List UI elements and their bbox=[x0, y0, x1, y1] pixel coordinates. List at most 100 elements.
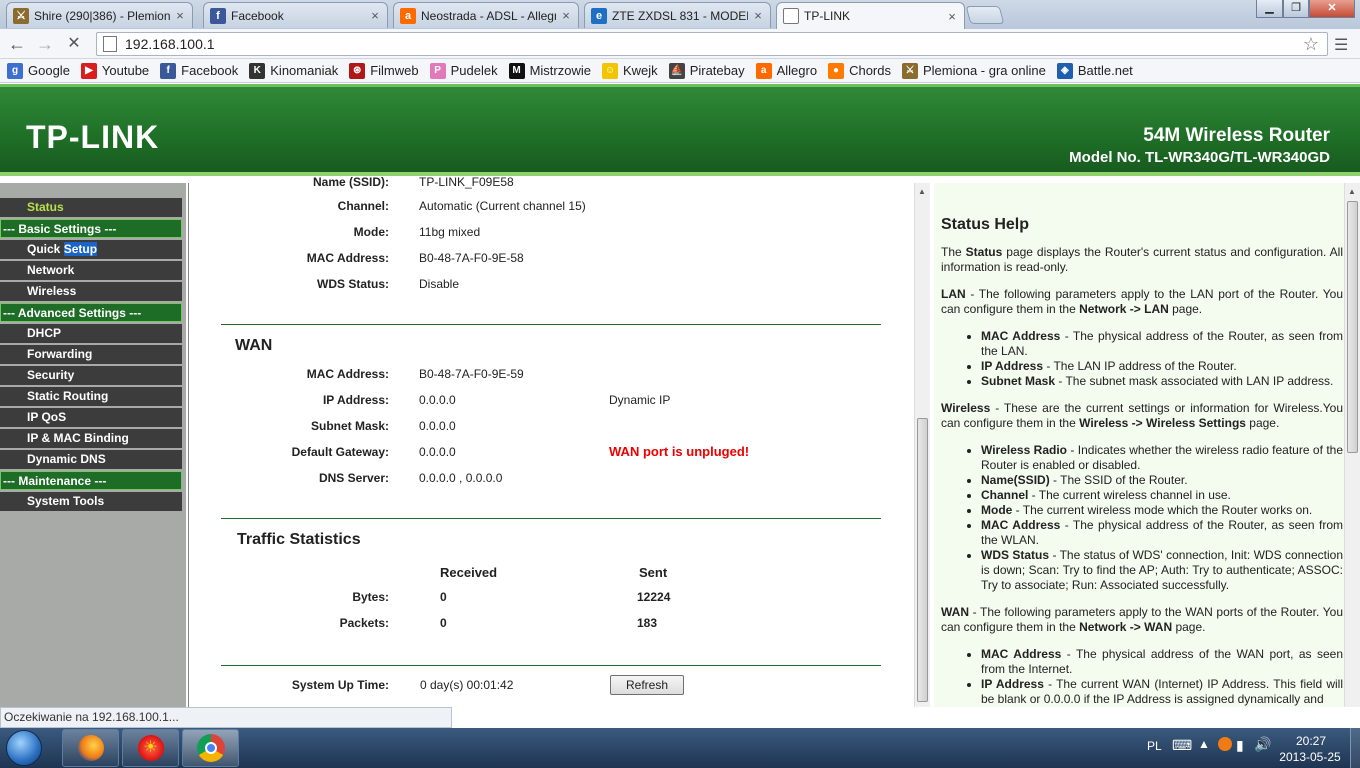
menu-item[interactable]: Static Routing bbox=[0, 387, 182, 406]
browser-tab[interactable]: e ZTE ZXDSL 831 - MODEM × bbox=[584, 2, 771, 28]
refresh-button[interactable]: Refresh bbox=[610, 675, 684, 695]
menu-label: Static Routing bbox=[27, 389, 109, 403]
show-desktop-button[interactable] bbox=[1350, 728, 1360, 768]
menu-label: --- Advanced Settings --- bbox=[3, 306, 142, 320]
page-viewport: TP-LINK 54M Wireless Router Model No. TL… bbox=[0, 84, 1360, 707]
allegro-icon: a bbox=[400, 7, 416, 24]
bookmark-item[interactable]: M Mistrzowie bbox=[508, 62, 591, 79]
language-indicator[interactable]: PL bbox=[1147, 739, 1162, 753]
help-list-item: IP Address - The current WAN (Internet) … bbox=[981, 677, 1343, 707]
help-desc: - The current wireless channel in use. bbox=[1028, 488, 1231, 502]
keyboard-icon[interactable]: ⌨ bbox=[1172, 737, 1192, 754]
menu-item[interactable]: Wireless bbox=[0, 282, 182, 301]
scroll-up-icon[interactable]: ▲ bbox=[1348, 187, 1356, 196]
bookmark-item[interactable]: ▶ Youtube bbox=[80, 62, 149, 79]
menu-label: --- Maintenance --- bbox=[3, 474, 107, 488]
help-term: IP Address bbox=[981, 359, 1044, 373]
traffic-sent: 12224 bbox=[637, 590, 671, 604]
maximize-button[interactable]: ❐ bbox=[1283, 0, 1309, 18]
help-list-item: Subnet Mask - The subnet mask associated… bbox=[981, 374, 1343, 389]
bookmark-star-icon[interactable]: ☆ bbox=[1303, 34, 1319, 55]
firefox-taskbar-button[interactable] bbox=[62, 729, 119, 767]
menu-item[interactable]: Network bbox=[0, 261, 182, 280]
main-scrollbar[interactable]: ▲ ▼ bbox=[914, 183, 930, 707]
menu-item[interactable]: Security bbox=[0, 366, 182, 385]
bookmark-item[interactable]: ◈ Battle.net bbox=[1056, 62, 1133, 79]
bookmark-item[interactable]: P Pudelek bbox=[429, 62, 498, 79]
tab-close-icon[interactable]: × bbox=[752, 8, 764, 23]
bookmark-item[interactable]: ⊛ Filmweb bbox=[349, 62, 419, 79]
address-bar[interactable]: 192.168.100.1 ☆ bbox=[96, 32, 1328, 56]
back-arrow-icon[interactable]: ← bbox=[6, 33, 28, 55]
help-scroll-thumb[interactable] bbox=[1347, 201, 1358, 453]
minimize-button[interactable]: ▁ bbox=[1256, 0, 1283, 18]
bookmark-item[interactable]: ☺ Kwejk bbox=[602, 62, 658, 79]
tray-app-icon[interactable] bbox=[1218, 737, 1232, 751]
browser-tab[interactable]: a Neostrada - ADSL - Allegro × bbox=[393, 2, 579, 28]
help-term: WDS Status bbox=[981, 548, 1050, 562]
piratebay-icon: ⛵ bbox=[668, 62, 685, 79]
menu-label: Forwarding bbox=[27, 347, 93, 361]
volume-icon[interactable]: 🔊 bbox=[1254, 736, 1271, 753]
new-tab-button[interactable] bbox=[965, 6, 1005, 24]
tab-close-icon[interactable]: × bbox=[560, 8, 572, 23]
chrome-taskbar-button[interactable] bbox=[182, 729, 239, 767]
bookmark-item[interactable]: f Facebook bbox=[160, 62, 239, 79]
start-button[interactable] bbox=[6, 730, 42, 766]
wireless-field-value: Disable bbox=[419, 277, 460, 291]
wireless-field-label: MAC Address: bbox=[306, 251, 389, 265]
menu-item[interactable]: Dynamic DNS bbox=[0, 450, 182, 469]
bookmark-item[interactable]: a Allegro bbox=[755, 62, 817, 79]
tab-title: Facebook bbox=[231, 8, 284, 23]
show-hidden-icons-icon[interactable]: ▲ bbox=[1198, 737, 1210, 751]
tab-close-icon[interactable]: × bbox=[174, 8, 186, 23]
menu-item[interactable]: Status bbox=[0, 198, 182, 217]
clock-time[interactable]: 20:27 bbox=[1291, 734, 1331, 748]
help-list-item: MAC Address - The physical address of th… bbox=[981, 329, 1343, 359]
help-desc: - The current wireless mode which the Ro… bbox=[1012, 503, 1313, 517]
clock-date[interactable]: 2013-05-25 bbox=[1274, 750, 1346, 764]
network-icon[interactable]: ▮ bbox=[1236, 737, 1244, 754]
wan-field-value: B0-48-7A-F0-9E-59 bbox=[419, 367, 524, 381]
bookmark-label: Battle.net bbox=[1077, 63, 1133, 78]
wan-field-value: 0.0.0.0 , 0.0.0.0 bbox=[419, 471, 503, 485]
menu-section-header: --- Basic Settings --- bbox=[0, 219, 182, 238]
bookmark-item[interactable]: g Google bbox=[7, 62, 70, 79]
wan-field-value: 0.0.0.0 bbox=[419, 445, 456, 459]
app-sun-icon: ☀ bbox=[137, 735, 164, 761]
menu-item[interactable]: Forwarding bbox=[0, 345, 182, 364]
bookmark-label: Facebook bbox=[181, 63, 239, 78]
help-list-item: Name(SSID) - The SSID of the Router. bbox=[981, 473, 1343, 488]
bookmark-item[interactable]: ● Chords bbox=[828, 62, 891, 79]
filmweb-icon: ⊛ bbox=[349, 62, 366, 79]
help-list-item: WDS Status - The status of WDS' connecti… bbox=[981, 548, 1343, 593]
help-wireless-list: Wireless Radio - Indicates whether the w… bbox=[981, 443, 1343, 593]
bookmark-item[interactable]: ⚔ Plemiona - gra online bbox=[902, 62, 1046, 79]
menu-label: IP & MAC Binding bbox=[27, 431, 129, 445]
bookmark-item[interactable]: K Kinomaniak bbox=[249, 62, 339, 79]
help-scrollbar[interactable]: ▲ bbox=[1344, 183, 1360, 707]
main-scroll-thumb[interactable] bbox=[917, 418, 928, 702]
menu-item[interactable]: System Tools bbox=[0, 492, 182, 511]
bookmark-item[interactable]: ⛵ Piratebay bbox=[668, 62, 745, 79]
menu-item[interactable]: IP QoS bbox=[0, 408, 182, 427]
wrench-menu-icon[interactable]: ☰ bbox=[1334, 35, 1348, 55]
app-taskbar-button[interactable]: ☀ bbox=[122, 729, 179, 767]
help-desc: - The SSID of the Router. bbox=[1049, 473, 1188, 487]
pudelek-icon: P bbox=[429, 62, 446, 79]
browser-tab[interactable]: TP-LINK × bbox=[776, 2, 965, 29]
menu-item[interactable]: DHCP bbox=[0, 324, 182, 343]
bookmark-label: Kinomaniak bbox=[270, 63, 339, 78]
tab-close-icon[interactable]: × bbox=[369, 8, 381, 23]
tab-close-icon[interactable]: × bbox=[946, 9, 958, 24]
stop-loading-icon[interactable]: ✕ bbox=[63, 33, 85, 55]
menu-label: Dynamic DNS bbox=[27, 452, 106, 466]
help-desc: - The subnet mask associated with LAN IP… bbox=[1055, 374, 1334, 388]
close-window-button[interactable]: ✕ bbox=[1309, 0, 1355, 18]
menu-item[interactable]: Quick Setup bbox=[0, 240, 182, 259]
browser-tab[interactable]: ⚔ Shire (290|386) - Plemiona × bbox=[6, 2, 193, 28]
forward-arrow-icon[interactable]: → bbox=[34, 33, 56, 55]
browser-tab[interactable]: f Facebook × bbox=[203, 2, 388, 28]
scroll-up-icon[interactable]: ▲ bbox=[918, 187, 926, 196]
menu-item[interactable]: IP & MAC Binding bbox=[0, 429, 182, 448]
